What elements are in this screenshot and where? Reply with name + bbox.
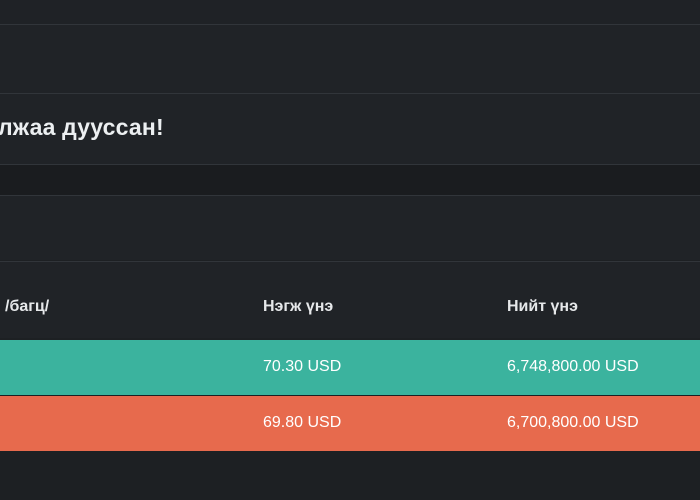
page-title: лжаа дууссан! — [0, 114, 164, 140]
spacer-strip — [0, 165, 700, 195]
total-price-cell: 6,748,800.00 USD — [507, 358, 639, 375]
section-panel — [0, 196, 700, 260]
total-price-cell: 6,700,800.00 USD — [507, 414, 639, 431]
unit-price-cell: 70.30 USD — [263, 358, 342, 375]
table-row: 70.30 USD 6,748,800.00 USD — [0, 340, 700, 395]
unit-price-cell: 69.80 USD — [263, 414, 342, 431]
column-header-unit-price: Нэгж үнэ — [263, 298, 334, 315]
table-header — [0, 262, 700, 338]
footer-area — [0, 452, 700, 500]
header-panel — [0, 25, 700, 93]
column-header-total-price: Нийт үнэ — [507, 298, 578, 315]
top-strip — [0, 0, 700, 24]
column-header-quantity: /багц/ — [5, 298, 50, 315]
table-row: 69.80 USD 6,700,800.00 USD — [0, 396, 700, 451]
trade-result-page: лжаа дууссан! /багц/ Нэгж үнэ Нийт үнэ 7… — [0, 0, 700, 500]
